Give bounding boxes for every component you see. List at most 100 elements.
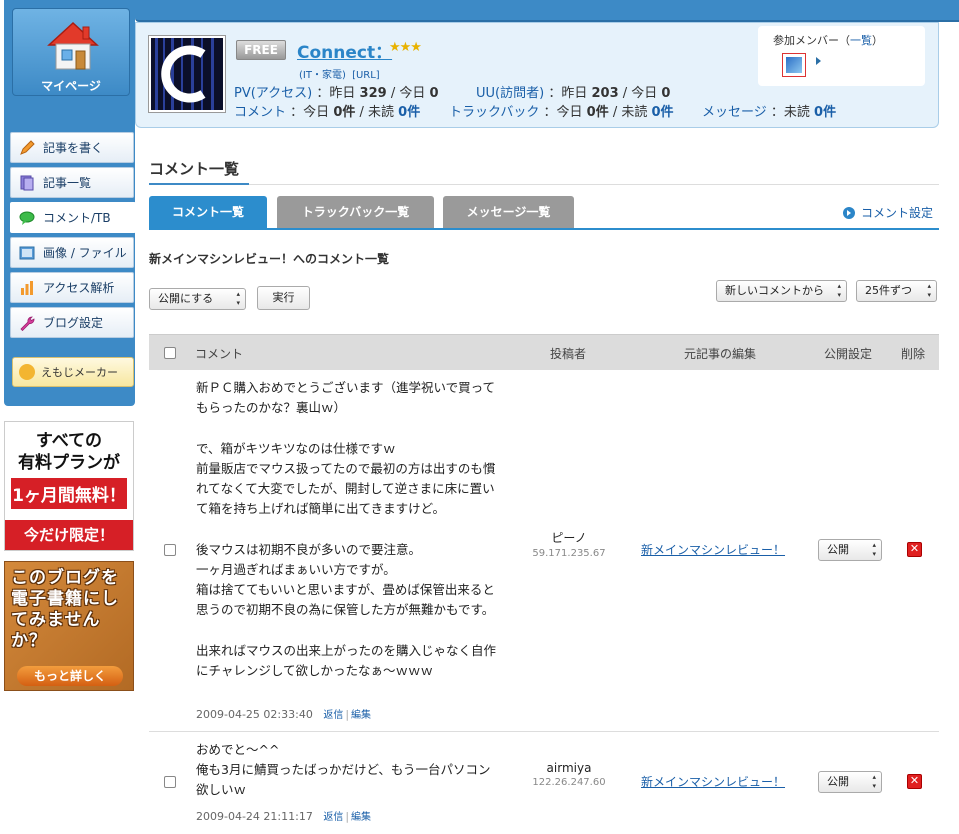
uu-link[interactable]: UU(訪問者) <box>476 86 544 101</box>
edit-link[interactable]: 編集 <box>351 710 371 721</box>
tab-messages[interactable]: メッセージ一覧 <box>443 196 574 228</box>
category-link[interactable]: (IT・家電) <box>299 70 346 81</box>
article-edit-link[interactable]: 新メインマシンレビュー！ <box>641 773 785 790</box>
comment-today-value: 0件 <box>333 105 356 120</box>
article-edit-link[interactable]: 新メインマシンレビュー！ <box>641 541 785 558</box>
rating-stars: ★★★ <box>389 40 422 55</box>
edit-link[interactable]: 編集 <box>351 812 371 823</box>
msg-unread-link[interactable]: 0件 <box>814 105 836 120</box>
stats-row-trackbacks: トラックバック ：今日 0件 / 未読 0件 <box>449 101 674 120</box>
sort-order-select[interactable]: 新しいコメントから <box>716 280 847 302</box>
banner-more-button[interactable]: もっと詳しく <box>17 666 123 686</box>
blog-summary: FREE Connect： ★★★ (IT・家電) [URL] PV(アクセス)… <box>135 22 939 128</box>
comment-date: 2009-04-25 02:33:40 <box>196 708 313 721</box>
poster-name: airmiya <box>546 761 592 775</box>
mypage-button[interactable]: マイページ <box>12 8 130 96</box>
comment-meta: 2009-04-25 02:33:40 返信 | 編集 <box>196 708 372 721</box>
title-divider <box>249 184 939 185</box>
tab-comments[interactable]: コメント一覧 <box>149 196 267 228</box>
page-title: コメント一覧 <box>149 160 240 178</box>
uu-yesterday-label: ：昨日 <box>548 86 588 101</box>
arrow-circle-icon <box>843 206 855 219</box>
row-checkbox[interactable] <box>164 544 176 556</box>
uu-yesterday-value: 203 <box>591 86 619 101</box>
smiley-icon <box>19 364 35 380</box>
pencil-icon <box>20 139 35 155</box>
blog-thumbnail[interactable] <box>148 35 226 113</box>
comment-settings-link[interactable]: コメント設定 <box>843 204 933 221</box>
uu-today-value: 0 <box>661 86 671 101</box>
per-page-select[interactable]: 25件ずつ <box>856 280 937 302</box>
sidebar-item-label: アクセス解析 <box>43 281 115 295</box>
comment-meta: 2009-04-24 21:11:17 返信 | 編集 <box>196 810 372 823</box>
members-title: 参加メンバー（一覧） <box>773 32 883 48</box>
comments-table-header: コメント 投稿者 元記事の編集 公開設定 削除 <box>149 334 939 370</box>
stats-row-messages: メッセージ ：未読 0件 <box>702 101 836 120</box>
image-file-icon <box>19 246 35 259</box>
comment-settings-label: コメント設定 <box>861 206 934 220</box>
blog-title-link[interactable]: Connect： <box>297 38 392 63</box>
sidebar-nav: 記事を書く 記事一覧 コメント/TB 画像 / ファイル アクセス解析 ブログ設… <box>10 132 136 342</box>
arrow-right-icon[interactable] <box>816 57 821 65</box>
table-row: 新ＰＣ購入おめでとうございます（進学祝いで買ってもらったのかな？裏山ｗ） で、箱… <box>149 370 939 732</box>
banner-line: 有料プランが <box>18 453 120 473</box>
publish-select[interactable]: 公開 <box>818 771 882 793</box>
document-list-icon <box>20 175 34 190</box>
header-article: 元記事の編集 <box>684 347 757 361</box>
sidebar-item-label: ブログ設定 <box>43 316 104 330</box>
speech-bubble-icon <box>19 211 35 225</box>
members-list-link[interactable]: 一覧 <box>850 34 872 47</box>
url-link[interactable]: [URL] <box>352 70 380 81</box>
tb-unread-label: / 未読 <box>612 105 648 120</box>
banner-line: 今だけ限定！ <box>5 520 133 550</box>
mypage-label: マイページ <box>41 79 101 93</box>
sidebar-item-articles[interactable]: 記事一覧 <box>10 167 134 198</box>
comment-text: 新ＰＣ購入おめでとうございます（進学祝いで買ってもらったのかな？裏山ｗ） で、箱… <box>196 380 497 678</box>
tab-trackbacks[interactable]: トラックバック一覧 <box>277 196 434 228</box>
tb-today-label: ：今日 <box>543 105 583 120</box>
bulk-action-select[interactable]: 公開にする <box>149 288 246 310</box>
tb-today-value: 0件 <box>586 105 609 120</box>
emoji-maker-button[interactable]: えもじメーカー <box>12 357 134 387</box>
sidebar-item-write[interactable]: 記事を書く <box>10 132 134 163</box>
comment-date: 2009-04-24 21:11:17 <box>196 810 313 823</box>
poster-name: ピーノ <box>551 531 587 545</box>
sidebar-item-label: 記事一覧 <box>43 176 92 190</box>
member-panel: 参加メンバー（一覧） <box>758 26 925 86</box>
top-bar <box>135 0 959 22</box>
sidebar-item-label: 画像 / ファイル <box>43 246 127 260</box>
comment-unread-link[interactable]: 0件 <box>398 105 420 120</box>
tb-unread-link[interactable]: 0件 <box>652 105 674 120</box>
header-comment: コメント <box>195 347 244 361</box>
member-avatar[interactable] <box>782 53 806 77</box>
pv-link[interactable]: PV(アクセス) <box>234 86 312 101</box>
reply-link[interactable]: 返信 <box>323 710 343 721</box>
pv-today-label: / 今日 <box>390 86 426 101</box>
sidebar-item-images-files[interactable]: 画像 / ファイル <box>10 237 134 268</box>
trackback-link[interactable]: トラックバック <box>449 105 539 120</box>
sidebar-item-blog-settings[interactable]: ブログ設定 <box>10 307 134 338</box>
tab-underline <box>149 228 939 230</box>
poster-ip: 59.171.235.67 <box>532 548 606 559</box>
pv-today-value: 0 <box>429 86 439 101</box>
publish-select[interactable]: 公開 <box>818 539 882 561</box>
comment-text: おめでと～^^ 俺も3月に鯖買ったばっかだけど、もう一台パソコン欲しいｗ <box>196 742 491 798</box>
delete-icon[interactable]: ✕ <box>907 774 922 789</box>
free-plan-banner[interactable]: すべての 有料プランが 1ヶ月間無料！ 今だけ限定！ <box>4 421 134 551</box>
delete-icon[interactable]: ✕ <box>907 542 922 557</box>
sidebar-item-analytics[interactable]: アクセス解析 <box>10 272 134 303</box>
uu-today-label: / 今日 <box>622 86 658 101</box>
pv-yesterday-value: 329 <box>359 86 387 101</box>
members-title-close: ） <box>872 34 883 47</box>
sidebar-item-comments-tb[interactable]: コメント/TB <box>10 202 136 233</box>
execute-button[interactable]: 実行 <box>257 286 310 310</box>
comment-link[interactable]: コメント <box>234 105 286 120</box>
message-link[interactable]: メッセージ <box>702 105 767 120</box>
table-row: おめでと～^^ 俺も3月に鯖買ったばっかだけど、もう一台パソコン欲しいｗ 200… <box>149 732 939 834</box>
ebook-banner[interactable]: このブログを電子書籍にしてみませんか？ もっと詳しく <box>4 561 134 691</box>
reply-link[interactable]: 返信 <box>323 812 343 823</box>
row-checkbox[interactable] <box>164 776 176 788</box>
stats-row-access: PV(アクセス) ：昨日 329 / 今日 0 <box>234 82 439 101</box>
select-all-checkbox[interactable] <box>164 347 176 359</box>
sidebar-item-label: 記事を書く <box>43 141 104 155</box>
